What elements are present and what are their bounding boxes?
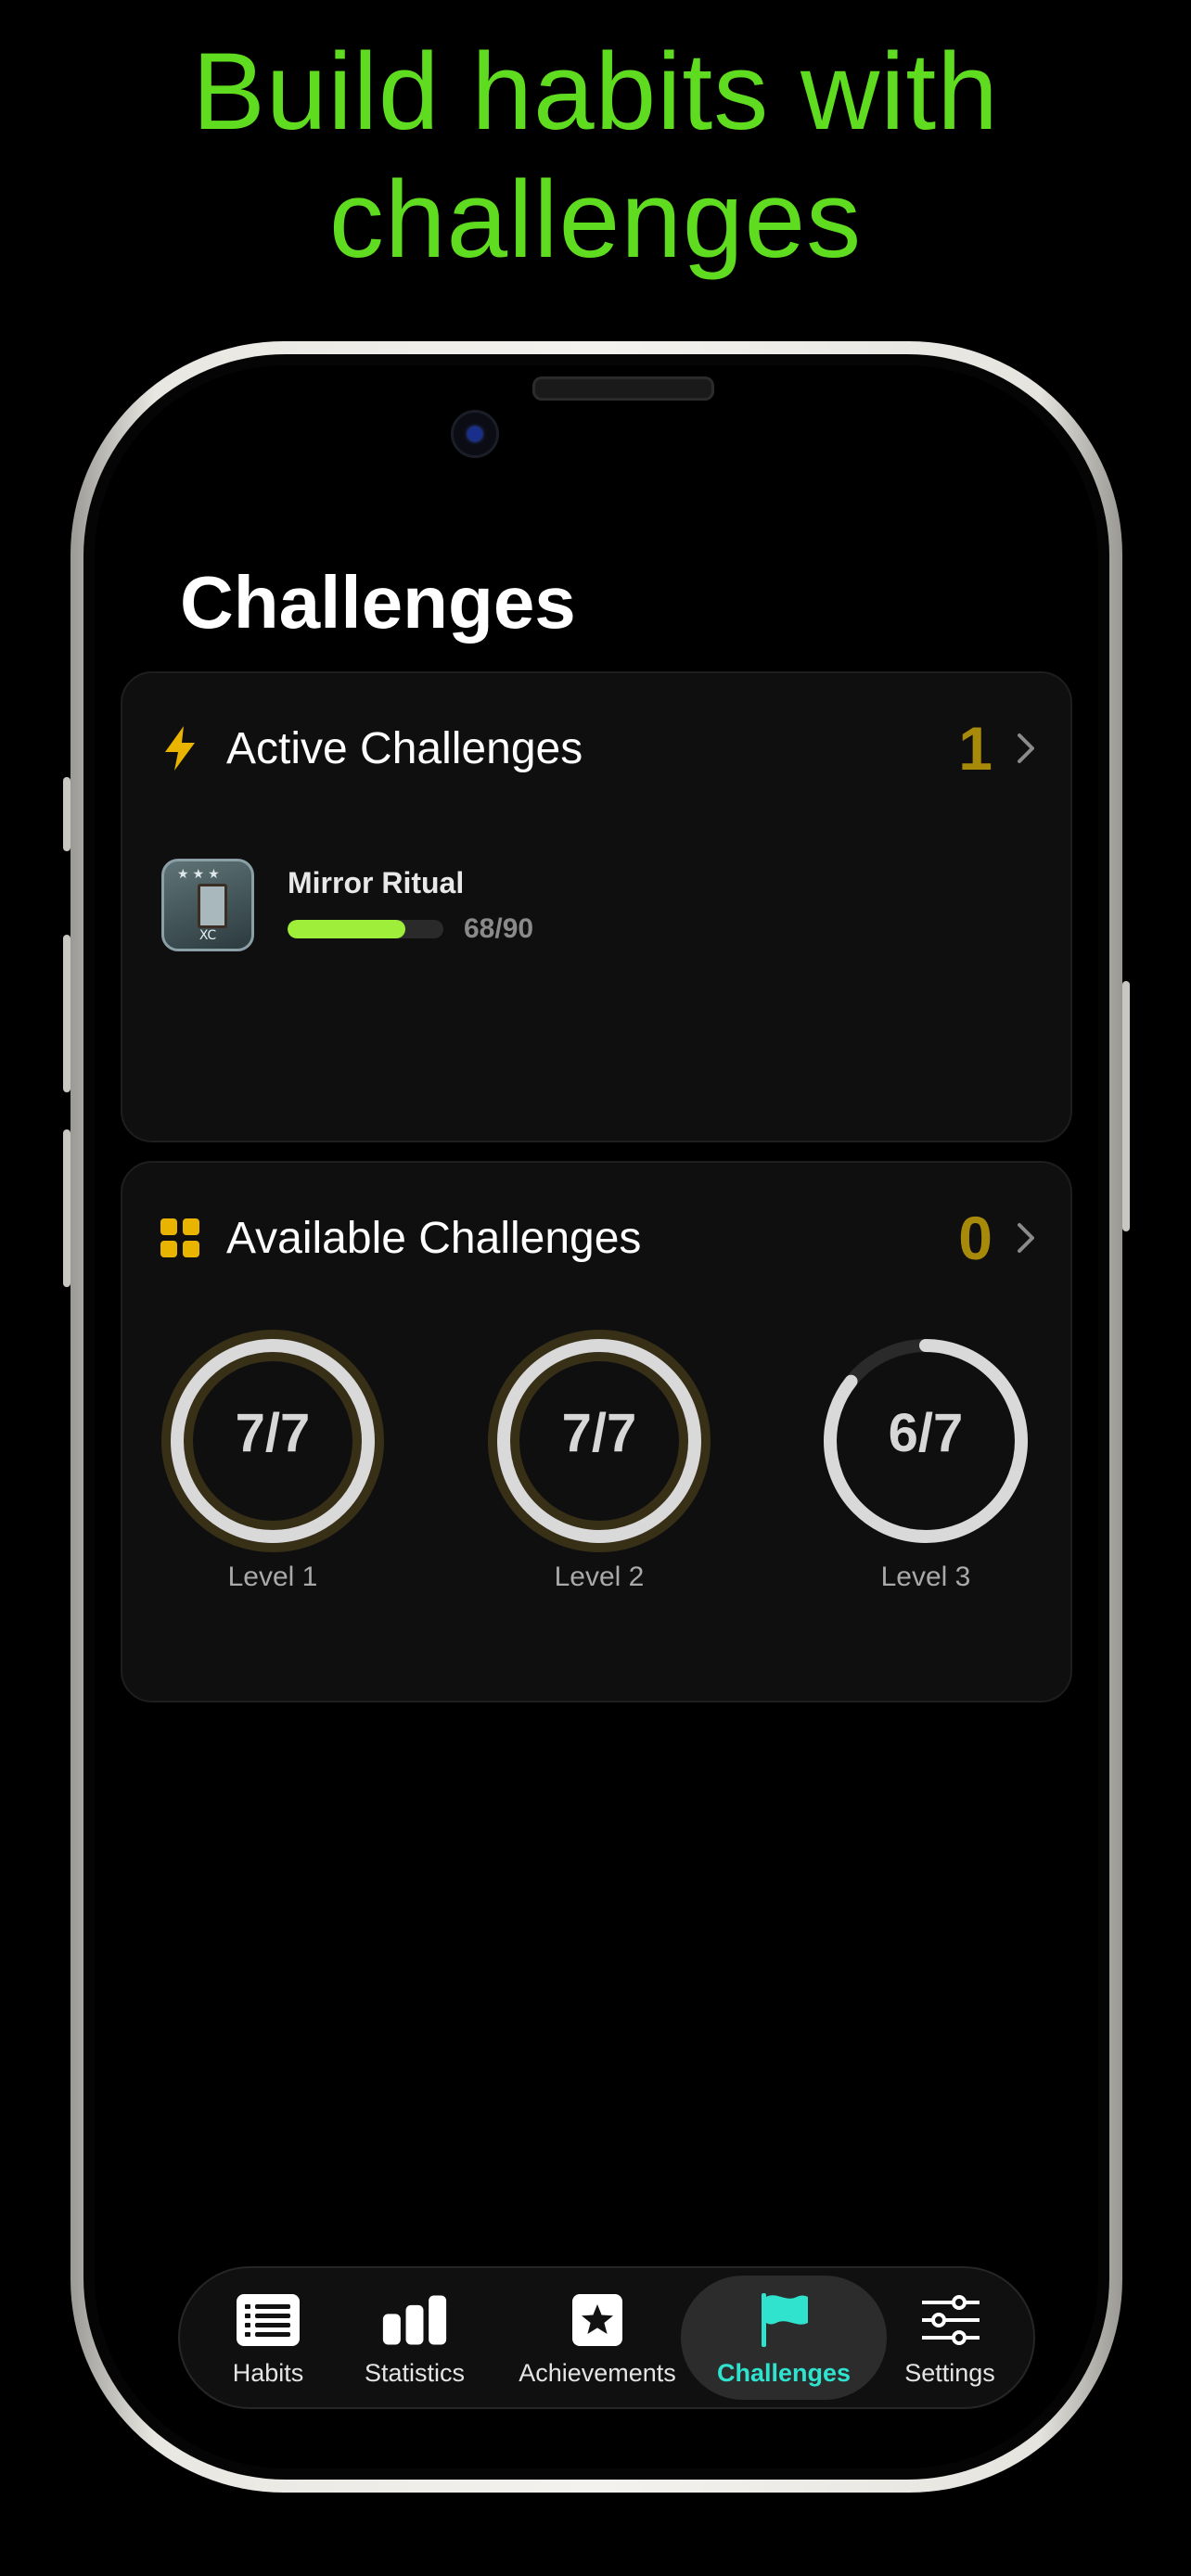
thumb-tag: XC bbox=[198, 928, 217, 943]
phone-frame: Challenges Active Challenges 1 ★★★ XC Mi… bbox=[63, 341, 1130, 2493]
level-ring-text: 7/7 bbox=[235, 1403, 311, 1463]
screen: Challenges Active Challenges 1 ★★★ XC Mi… bbox=[95, 365, 1098, 2468]
challenge-progress-fill bbox=[288, 919, 405, 938]
page-title: Challenges bbox=[180, 561, 576, 644]
level-ring: 6/7 bbox=[814, 1330, 1037, 1552]
tab-label: Challenges bbox=[716, 2359, 852, 2387]
level-ring: 7/7 bbox=[488, 1330, 711, 1552]
level-2-badge[interactable]: 7/7 Level 2 bbox=[488, 1330, 711, 1593]
challenge-progress-text: 68/90 bbox=[464, 912, 534, 944]
level-label: Level 3 bbox=[880, 1562, 971, 1592]
active-challenges-title: Active Challenges bbox=[226, 723, 583, 773]
chevron-right-icon[interactable] bbox=[1009, 726, 1043, 771]
bar-chart-icon bbox=[381, 2292, 448, 2348]
list-icon bbox=[235, 2292, 301, 2348]
action-button bbox=[63, 777, 70, 851]
tab-achievements[interactable]: Achievements bbox=[505, 2268, 690, 2407]
volume-up-button bbox=[63, 935, 70, 1092]
power-button bbox=[1122, 981, 1130, 1231]
tab-label: Achievements bbox=[519, 2359, 676, 2387]
star-icon bbox=[564, 2292, 631, 2348]
level-label: Level 2 bbox=[554, 1562, 645, 1592]
sliders-icon bbox=[916, 2292, 983, 2348]
available-challenges-header[interactable]: Available Challenges 0 bbox=[158, 1196, 1043, 1280]
tab-settings[interactable]: Settings bbox=[885, 2268, 1015, 2407]
level-3-badge[interactable]: 6/7 Level 3 bbox=[814, 1330, 1037, 1593]
mirror-icon bbox=[198, 884, 227, 928]
active-challenges-count: 1 bbox=[958, 714, 992, 783]
mirror-ritual-thumbnail: ★★★ XC bbox=[161, 859, 254, 951]
challenge-name: Mirror Ritual bbox=[288, 865, 465, 899]
flag-icon bbox=[750, 2292, 817, 2348]
lightning-icon bbox=[158, 726, 202, 771]
tab-label: Settings bbox=[904, 2359, 995, 2387]
active-challenges-header[interactable]: Active Challenges 1 bbox=[158, 707, 1043, 790]
tab-label: Habits bbox=[232, 2359, 304, 2387]
tab-challenges[interactable]: Challenges bbox=[681, 2276, 887, 2400]
headline: Build habits with challenges bbox=[192, 31, 999, 281]
tab-statistics[interactable]: Statistics bbox=[345, 2268, 484, 2407]
available-challenges-card[interactable]: Available Challenges 0 7/7 Level 1 7/7 L… bbox=[121, 1161, 1072, 1702]
stars-icon: ★★★ bbox=[177, 867, 224, 882]
available-challenges-count: 0 bbox=[958, 1204, 992, 1272]
level-1-badge[interactable]: 7/7 Level 1 bbox=[161, 1330, 384, 1593]
tab-habits[interactable]: Habits bbox=[208, 2268, 328, 2407]
level-ring-text: 6/7 bbox=[888, 1403, 964, 1463]
camera-icon bbox=[451, 410, 499, 458]
level-ring-text: 7/7 bbox=[561, 1403, 637, 1463]
active-challenges-card[interactable]: Active Challenges 1 ★★★ XC Mirror Ritual bbox=[121, 671, 1072, 1142]
available-challenges-title: Available Challenges bbox=[226, 1213, 642, 1263]
volume-down-button bbox=[63, 1129, 70, 1287]
speaker-grille bbox=[532, 376, 714, 401]
chevron-right-icon[interactable] bbox=[1009, 1216, 1043, 1260]
level-label: Level 1 bbox=[227, 1562, 318, 1592]
tab-bar: Habits Statistics Achievements Challenge… bbox=[178, 2266, 1035, 2409]
challenge-progress-bar bbox=[288, 919, 443, 938]
challenge-item[interactable]: ★★★ XC Mirror Ritual 68/90 bbox=[161, 859, 533, 951]
level-ring: 7/7 bbox=[161, 1330, 384, 1552]
tab-label: Statistics bbox=[364, 2359, 466, 2387]
grid-icon bbox=[158, 1216, 202, 1260]
